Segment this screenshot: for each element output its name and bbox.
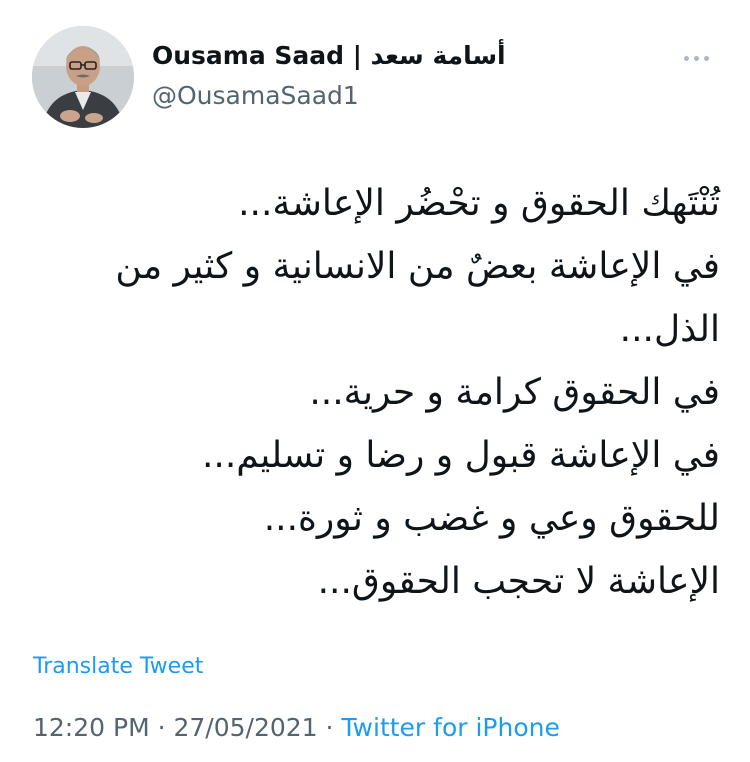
tweet-line: الذل... bbox=[619, 309, 720, 350]
tweet-text: تُنْتَهك الحقوق و تحْضُر الإعاشة... في ا… bbox=[60, 172, 720, 613]
tweet-card: Ousama Saad | أسامة سعد @OusamaSaad1 تُن… bbox=[0, 0, 750, 762]
more-horizontal-icon-dot bbox=[693, 55, 699, 61]
more-options-button[interactable] bbox=[676, 46, 716, 70]
avatar-photo bbox=[32, 26, 134, 128]
tweet-source-link[interactable]: Twitter for iPhone bbox=[341, 713, 559, 742]
meta-separator: · bbox=[149, 713, 174, 742]
tweet-line: في الإعاشة قبول و رضا و تسليم... bbox=[201, 435, 720, 476]
more-horizontal-icon bbox=[683, 55, 689, 61]
author-display-name[interactable]: Ousama Saad | أسامة سعد bbox=[152, 40, 506, 72]
tweet-date[interactable]: 27/05/2021 bbox=[173, 713, 317, 742]
translate-tweet-link[interactable]: Translate Tweet bbox=[33, 652, 203, 682]
more-horizontal-icon-dot bbox=[703, 55, 709, 61]
avatar[interactable] bbox=[32, 26, 134, 128]
tweet-line: في الحقوق كرامة و حرية... bbox=[309, 372, 720, 413]
tweet-line: للحقوق وعي و غضب و ثورة... bbox=[263, 498, 720, 539]
author-handle[interactable]: @OusamaSaad1 bbox=[152, 80, 359, 112]
meta-separator: · bbox=[317, 713, 342, 742]
tweet-meta: 12:20 PM · 27/05/2021 · Twitter for iPho… bbox=[33, 712, 560, 744]
tweet-line: في الإعاشة بعضٌ من الانسانية و كثير من bbox=[115, 246, 720, 287]
tweet-line: تُنْتَهك الحقوق و تحْضُر الإعاشة... bbox=[238, 183, 720, 224]
tweet-line: الإعاشة لا تحجب الحقوق... bbox=[317, 561, 720, 602]
tweet-time[interactable]: 12:20 PM bbox=[33, 713, 150, 742]
